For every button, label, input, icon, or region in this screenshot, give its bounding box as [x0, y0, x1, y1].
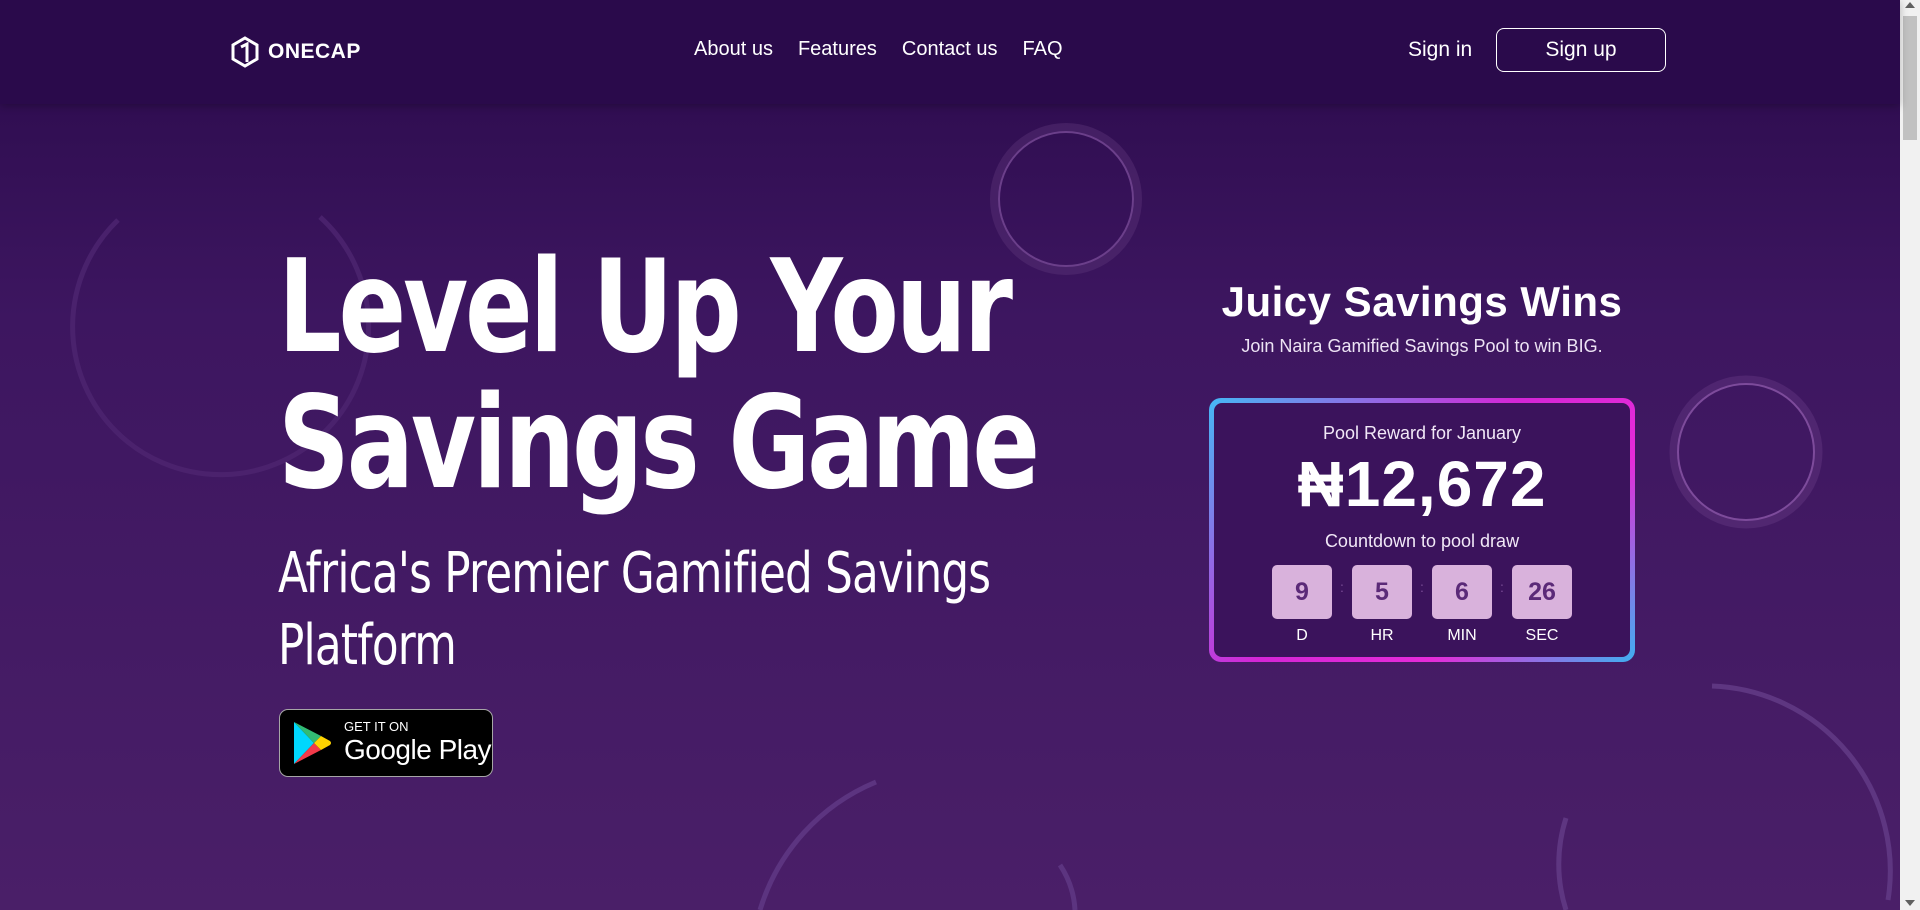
- countdown-label: Countdown to pool draw: [1324, 531, 1520, 551]
- countdown-seconds: 26 SEC: [1512, 565, 1572, 645]
- countdown-minutes: 6 MIN: [1432, 565, 1492, 645]
- hero-subtitle-line-2: Platform: [278, 613, 457, 678]
- nav-features[interactable]: Features: [798, 38, 877, 61]
- pool-reward-card: Pool Reward for January ₦12,672 Countdow…: [1209, 398, 1635, 662]
- google-play-button[interactable]: GET IT ON Google Play: [279, 709, 493, 777]
- scroll-up-arrow-icon[interactable]: [1905, 2, 1915, 8]
- pool-reward-amount: ₦12,672: [1297, 448, 1547, 520]
- google-play-small-text: GET IT ON: [344, 719, 409, 734]
- logo[interactable]: ONECAP: [230, 36, 361, 68]
- countdown-seconds-value: 26: [1512, 565, 1572, 619]
- page-scrollbar[interactable]: [1900, 0, 1920, 910]
- countdown-hours-unit: HR: [1370, 627, 1394, 644]
- promo-title: Juicy Savings Wins: [1221, 278, 1623, 325]
- main-nav: About us Features Contact us FAQ: [694, 38, 1063, 61]
- scrollbar-thumb[interactable]: [1903, 16, 1917, 140]
- countdown-separator: :: [1420, 579, 1424, 595]
- hero-title-line-2: Savings Game: [278, 369, 1040, 518]
- countdown-minutes-value: 6: [1432, 565, 1492, 619]
- hero-title-line-1: Level Up Your: [278, 233, 1013, 382]
- pool-reward-label: Pool Reward for January: [1322, 423, 1522, 443]
- hero-subtitle: Africa's Premier Gamified Savings Platfo…: [278, 538, 991, 682]
- logo-text: ONECAP: [268, 40, 361, 63]
- navbar: ONECAP About us Features Contact us FAQ …: [0, 0, 1900, 104]
- hero-title: Level Up Your Savings Game: [278, 240, 1040, 512]
- google-play-big-text: Google Play: [344, 734, 492, 765]
- sign-up-button[interactable]: Sign up: [1496, 28, 1666, 72]
- google-play-icon: [294, 722, 331, 764]
- countdown-seconds-unit: SEC: [1525, 627, 1559, 644]
- countdown-days-value: 9: [1272, 565, 1332, 619]
- countdown-minutes-unit: MIN: [1447, 627, 1477, 644]
- nav-about-us[interactable]: About us: [694, 38, 773, 61]
- google-play-text: GET IT ON Google Play: [344, 719, 492, 766]
- countdown-days-unit: D: [1296, 627, 1308, 644]
- countdown-hours: 5 HR: [1352, 565, 1412, 645]
- scroll-down-arrow-icon[interactable]: [1905, 900, 1915, 906]
- onecap-logo-icon: [231, 36, 259, 68]
- nav-contact-us[interactable]: Contact us: [902, 38, 998, 61]
- pool-reward-card-inner: Pool Reward for January ₦12,672 Countdow…: [1214, 403, 1630, 657]
- hero-subtitle-line-1: Africa's Premier Gamified Savings: [278, 541, 991, 606]
- countdown-separator: :: [1500, 579, 1504, 595]
- countdown-days: 9 D: [1272, 565, 1332, 645]
- promo-subtitle: Join Naira Gamified Savings Pool to win …: [1241, 336, 1603, 356]
- countdown-hours-value: 5: [1352, 565, 1412, 619]
- sign-in-link[interactable]: Sign in: [1408, 38, 1472, 62]
- nav-faq[interactable]: FAQ: [1023, 38, 1063, 61]
- countdown-separator: :: [1340, 579, 1344, 595]
- countdown-timer: 9 D : 5 HR : 6 MIN : 26 SEC: [1272, 565, 1572, 645]
